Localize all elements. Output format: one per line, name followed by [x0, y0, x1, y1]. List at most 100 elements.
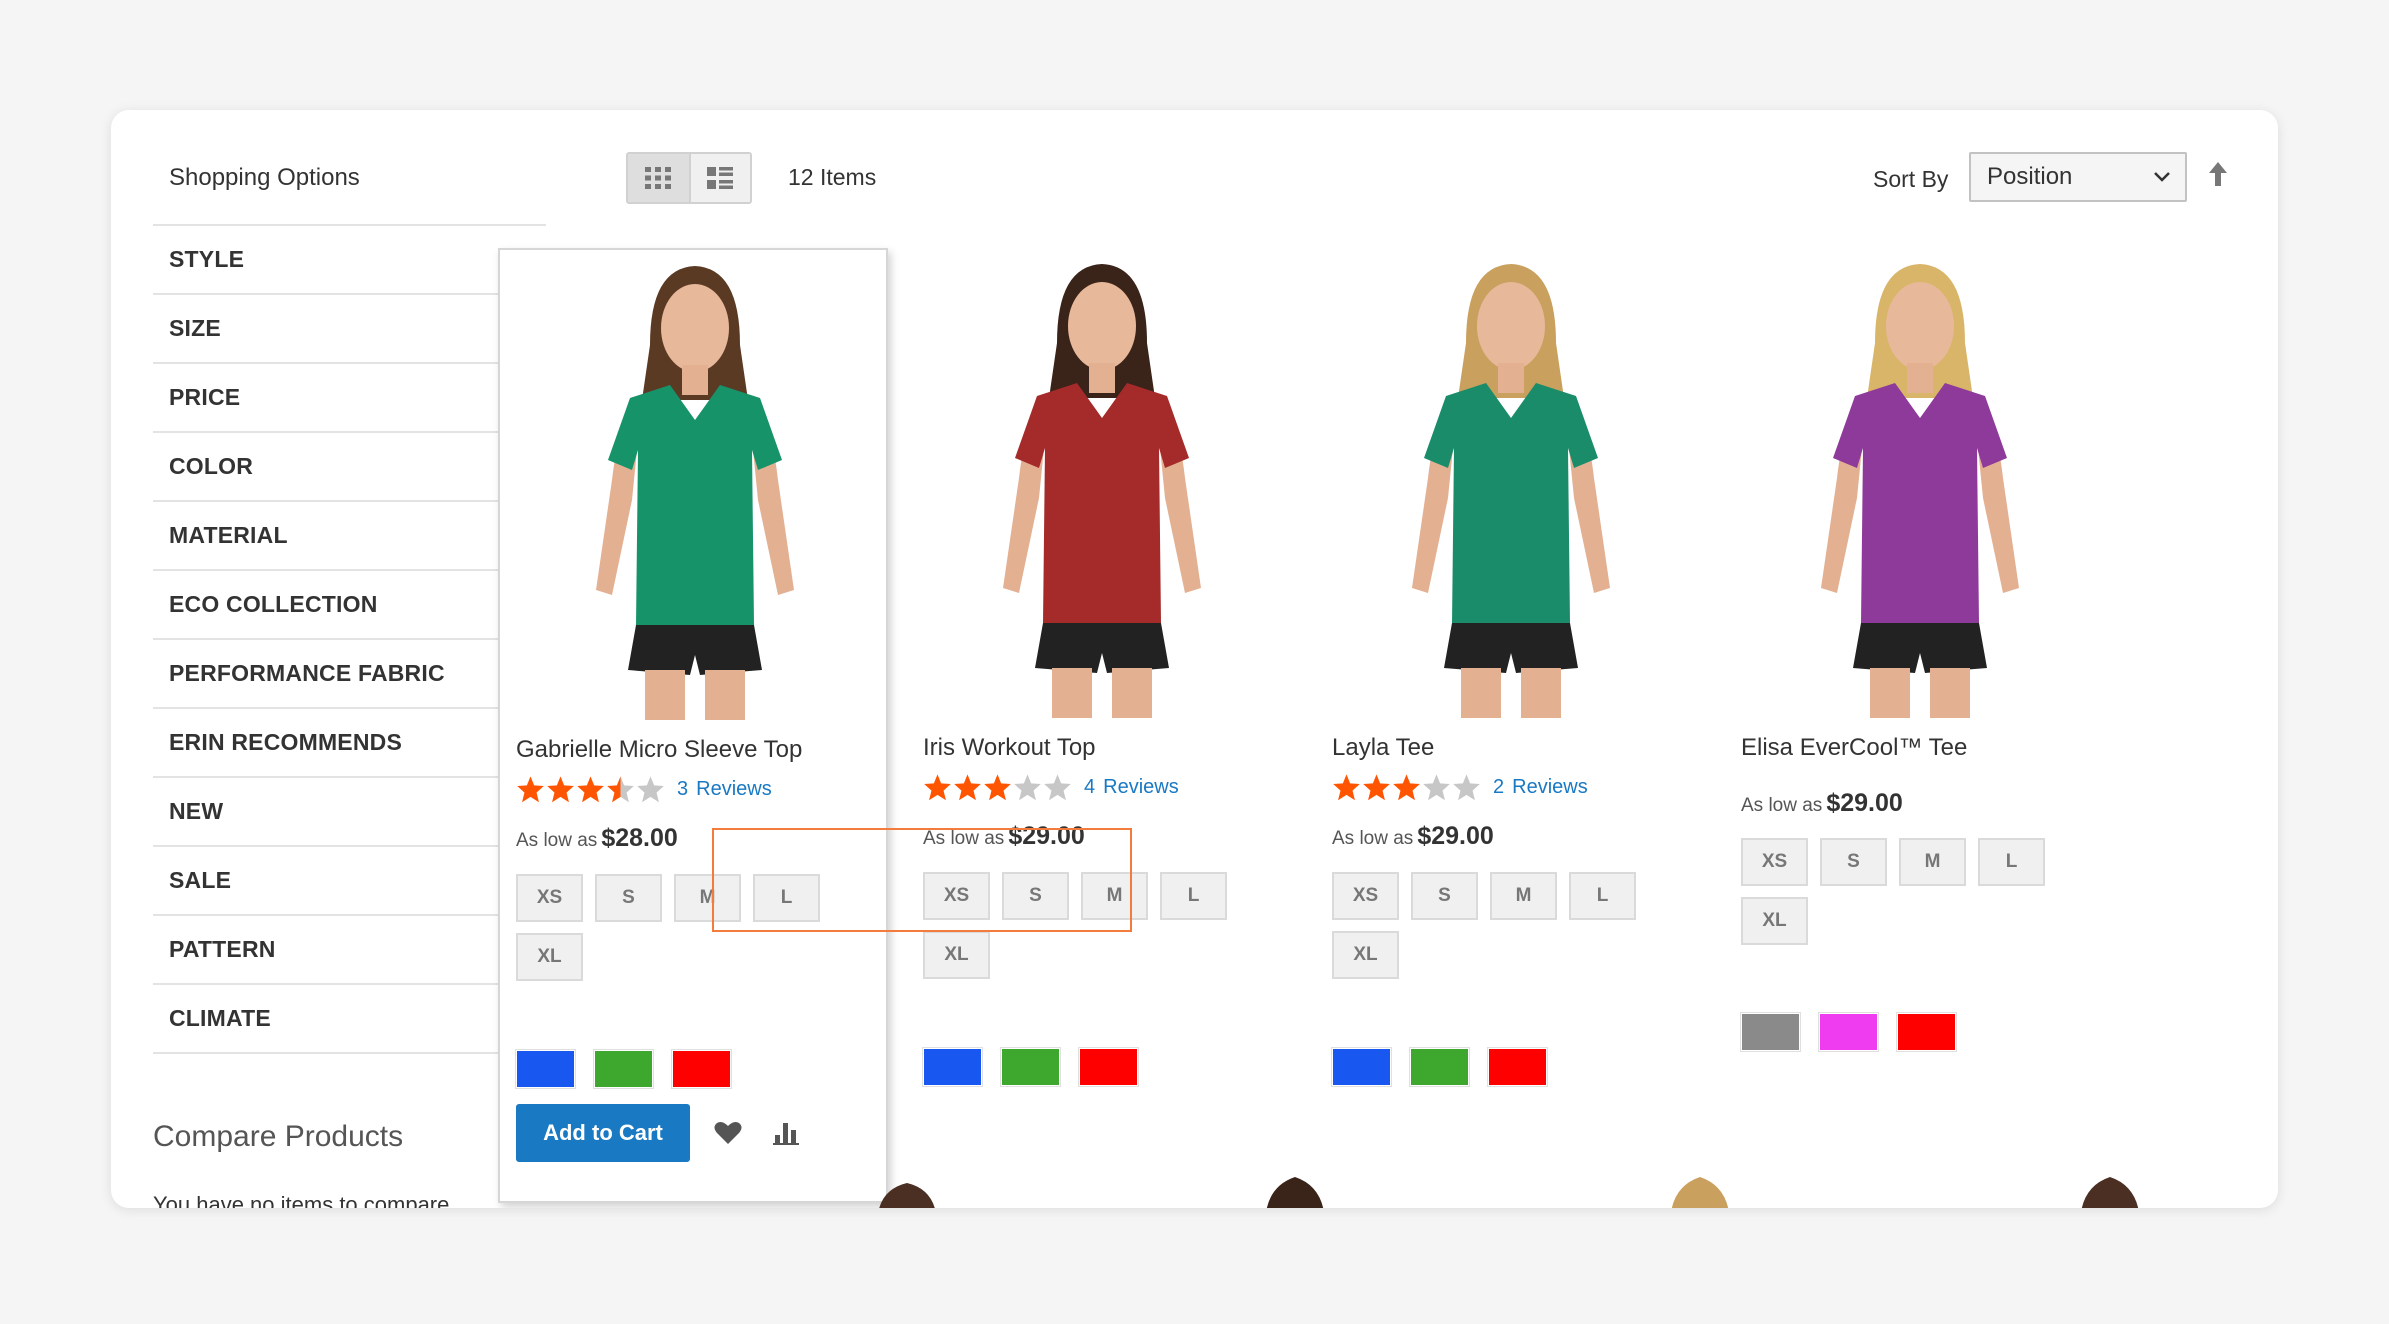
size-option-xl[interactable]: XL	[516, 933, 583, 981]
size-option-m[interactable]: M	[674, 874, 741, 922]
color-swatch[interactable]	[1818, 1012, 1879, 1052]
filter-new[interactable]: NEW	[153, 778, 546, 847]
filter-label: CLIMATE	[169, 1005, 271, 1031]
filter-eco-collection[interactable]: ECO COLLECTION	[153, 571, 546, 640]
review-count: 2	[1493, 775, 1505, 798]
reviews-link[interactable]: 4 Reviews	[1084, 776, 1179, 799]
star-icon	[1393, 774, 1420, 801]
product-image[interactable]	[907, 248, 1297, 718]
price-value: $29.00	[1417, 822, 1494, 850]
color-swatch[interactable]	[922, 1047, 983, 1087]
star-icon	[1333, 774, 1360, 801]
size-option-m[interactable]: M	[1081, 872, 1148, 920]
reviews-label: Reviews	[1512, 775, 1588, 798]
catalog-panel: Shopping Options STYLE SIZE PRICE COLOR MATE…	[111, 110, 2278, 1208]
grid-icon	[645, 167, 672, 189]
color-swatch[interactable]	[671, 1049, 732, 1089]
size-option-l[interactable]: L	[1569, 872, 1636, 920]
product-image[interactable]	[1316, 248, 1706, 718]
size-swatches: XS S M L XL	[1741, 838, 2051, 945]
shopping-options-title: Shopping Options	[169, 164, 360, 191]
price-value: $28.00	[601, 824, 678, 852]
size-option-xs[interactable]: XS	[923, 872, 990, 920]
filter-performance-fabric[interactable]: PERFORMANCE FABRIC	[153, 640, 546, 709]
sort-direction-arrow-icon[interactable]	[2206, 160, 2230, 188]
compare-chart-icon[interactable]	[766, 1113, 806, 1153]
color-swatch[interactable]	[1331, 1047, 1392, 1087]
star-icon	[1044, 774, 1071, 801]
star-icon	[1453, 774, 1480, 801]
size-option-s[interactable]: S	[595, 874, 662, 922]
product-price: As low as $29.00	[1741, 789, 1903, 818]
next-row-product-peek	[2081, 1177, 2139, 1208]
color-swatch[interactable]	[1740, 1012, 1801, 1052]
star-icon	[517, 776, 544, 803]
size-option-xs[interactable]: XS	[1741, 838, 1808, 886]
star-icon	[954, 774, 981, 801]
color-swatch[interactable]	[1409, 1047, 1470, 1087]
size-option-m[interactable]: M	[1899, 838, 1966, 886]
filter-style[interactable]: STYLE	[153, 226, 546, 295]
color-swatch[interactable]	[1000, 1047, 1061, 1087]
size-option-xl[interactable]: XL	[1741, 897, 1808, 945]
size-option-xl[interactable]: XL	[1332, 931, 1399, 979]
filter-material[interactable]: MATERIAL	[153, 502, 546, 571]
size-option-s[interactable]: S	[1411, 872, 1478, 920]
filter-list: STYLE SIZE PRICE COLOR MATERIAL ECO COLLECTIO…	[153, 224, 546, 1054]
product-name-link[interactable]: Elisa EverCool™ Tee	[1741, 734, 1967, 762]
filter-color[interactable]: COLOR	[153, 433, 546, 502]
add-to-cart-button[interactable]: Add to Cart	[516, 1104, 690, 1162]
filter-erin-recommends[interactable]: ERIN RECOMMENDS	[153, 709, 546, 778]
product-name-link[interactable]: Iris Workout Top	[923, 734, 1096, 762]
compare-products-title: Compare Products	[153, 1120, 404, 1153]
size-option-xs[interactable]: XS	[516, 874, 583, 922]
reviews-link[interactable]: 3 Reviews	[677, 778, 772, 801]
product-image[interactable]	[1725, 248, 2115, 718]
filter-price[interactable]: PRICE	[153, 364, 546, 433]
wishlist-heart-icon[interactable]	[708, 1113, 748, 1153]
star-icon	[1423, 774, 1450, 801]
filter-climate[interactable]: CLIMATE	[153, 985, 546, 1054]
size-option-m[interactable]: M	[1490, 872, 1557, 920]
list-view-button[interactable]	[688, 154, 750, 202]
star-icon	[637, 776, 664, 803]
price-label: As low as	[516, 830, 598, 851]
filter-label: SALE	[169, 867, 232, 893]
grid-view-button[interactable]	[628, 154, 689, 202]
filter-sale[interactable]: SALE	[153, 847, 546, 916]
reviews-label: Reviews	[696, 777, 772, 800]
color-swatch[interactable]	[1487, 1047, 1548, 1087]
filter-label: SIZE	[169, 315, 221, 341]
star-icon	[924, 774, 951, 801]
chevron-down-icon	[2154, 172, 2170, 182]
reviews-link[interactable]: 2 Reviews	[1493, 776, 1588, 799]
star-icon	[547, 776, 574, 803]
product-name-link[interactable]: Layla Tee	[1332, 734, 1434, 762]
filter-label: NEW	[169, 798, 224, 824]
size-option-s[interactable]: S	[1002, 872, 1069, 920]
size-option-s[interactable]: S	[1820, 838, 1887, 886]
sort-by-select[interactable]: Position	[1969, 152, 2187, 202]
product-card[interactable]: Gabrielle Micro Sleeve Top 3 Reviews As low…	[498, 248, 888, 1203]
size-option-l[interactable]: L	[1160, 872, 1227, 920]
product-name-link[interactable]: Gabrielle Micro Sleeve Top	[516, 736, 802, 764]
view-mode-switcher	[626, 152, 752, 204]
size-swatches: XS S M L XL	[923, 872, 1233, 979]
size-option-xl[interactable]: XL	[923, 931, 990, 979]
filter-label: MATERIAL	[169, 522, 288, 548]
color-swatch[interactable]	[515, 1049, 576, 1089]
color-swatch[interactable]	[1078, 1047, 1139, 1087]
review-count: 3	[677, 777, 689, 800]
filter-size[interactable]: SIZE	[153, 295, 546, 364]
filter-pattern[interactable]: PATTERN	[153, 916, 546, 985]
filter-label: PERFORMANCE FABRIC	[169, 660, 445, 686]
size-option-l[interactable]: L	[753, 874, 820, 922]
color-swatch[interactable]	[1896, 1012, 1957, 1052]
color-swatches	[1331, 1047, 1548, 1087]
color-swatch[interactable]	[593, 1049, 654, 1089]
size-option-xs[interactable]: XS	[1332, 872, 1399, 920]
price-label: As low as	[923, 828, 1005, 849]
items-count: 12 Items	[788, 164, 877, 190]
product-image[interactable]	[500, 250, 886, 720]
size-option-l[interactable]: L	[1978, 838, 2045, 886]
